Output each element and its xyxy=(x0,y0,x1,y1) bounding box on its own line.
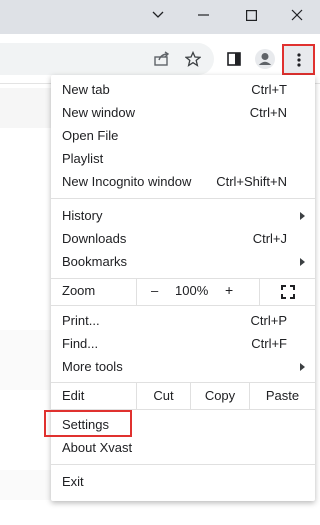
fullscreen-icon xyxy=(281,285,295,299)
shortcut-label: Ctrl+J xyxy=(252,231,287,246)
menu-item-bookmarks[interactable]: Bookmarks xyxy=(51,250,315,273)
menu-item-new-tab[interactable]: New tab Ctrl+T xyxy=(51,78,315,101)
shortcut-label: Ctrl+Shift+N xyxy=(216,174,287,189)
zoom-controls: – 100% + xyxy=(136,279,315,305)
edit-row: Edit Cut Copy Paste xyxy=(51,383,315,409)
submenu-arrow-icon xyxy=(300,363,305,371)
edit-label: Edit xyxy=(62,388,85,403)
menu-item-more-tools[interactable]: More tools xyxy=(51,355,315,378)
kebab-menu-icon xyxy=(296,52,301,67)
cut-button[interactable]: Cut xyxy=(136,383,190,409)
page-content-stub xyxy=(0,470,52,500)
zoom-label: Zoom xyxy=(62,283,96,298)
submenu-arrow-icon xyxy=(300,212,305,220)
shortcut-label: Ctrl+F xyxy=(251,336,287,351)
page-content-stub xyxy=(0,88,52,128)
zoom-level: 100% xyxy=(175,283,209,298)
settings-highlight xyxy=(44,410,132,437)
bookmark-star-icon[interactable] xyxy=(182,48,204,70)
menu-divider xyxy=(51,305,315,306)
menu-item-history[interactable]: History xyxy=(51,204,315,227)
window-titlebar xyxy=(0,0,320,34)
paste-button[interactable]: Paste xyxy=(249,383,315,409)
menu-item-print[interactable]: Print... Ctrl+P xyxy=(51,309,315,332)
maximize-icon[interactable] xyxy=(229,0,273,30)
menu-divider xyxy=(51,464,315,465)
chevron-down-icon[interactable] xyxy=(136,0,180,30)
side-panel-icon[interactable] xyxy=(223,48,245,70)
share-icon[interactable] xyxy=(151,48,173,70)
shortcut-label: Ctrl+N xyxy=(249,105,287,120)
shortcut-label: Ctrl+P xyxy=(250,313,287,328)
menu-item-exit[interactable]: Exit xyxy=(51,470,315,493)
browser-menu: New tab Ctrl+T New window Ctrl+N Open Fi… xyxy=(51,75,315,501)
submenu-arrow-icon xyxy=(300,258,305,266)
zoom-in-button[interactable]: + xyxy=(225,282,233,298)
page-content-stub xyxy=(0,330,52,390)
zoom-out-button[interactable]: – xyxy=(151,283,158,298)
address-bar[interactable] xyxy=(0,43,214,75)
close-icon[interactable] xyxy=(275,0,319,30)
profile-icon[interactable] xyxy=(254,48,276,70)
menu-divider xyxy=(51,198,315,199)
kebab-menu-button[interactable] xyxy=(282,44,315,75)
minimize-icon[interactable] xyxy=(182,0,226,30)
menu-item-playlist[interactable]: Playlist xyxy=(51,147,315,170)
shortcut-label: Ctrl+T xyxy=(251,82,287,97)
menu-item-about[interactable]: About Xvast xyxy=(51,436,315,459)
menu-item-downloads[interactable]: Downloads Ctrl+J xyxy=(51,227,315,250)
copy-button[interactable]: Copy xyxy=(190,383,249,409)
fullscreen-button[interactable] xyxy=(259,279,316,305)
menu-item-new-incognito-window[interactable]: New Incognito window Ctrl+Shift+N xyxy=(51,170,315,193)
zoom-row: Zoom – 100% + xyxy=(51,279,315,305)
menu-item-open-file[interactable]: Open File xyxy=(51,124,315,147)
menu-item-find[interactable]: Find... Ctrl+F xyxy=(51,332,315,355)
menu-item-new-window[interactable]: New window Ctrl+N xyxy=(51,101,315,124)
